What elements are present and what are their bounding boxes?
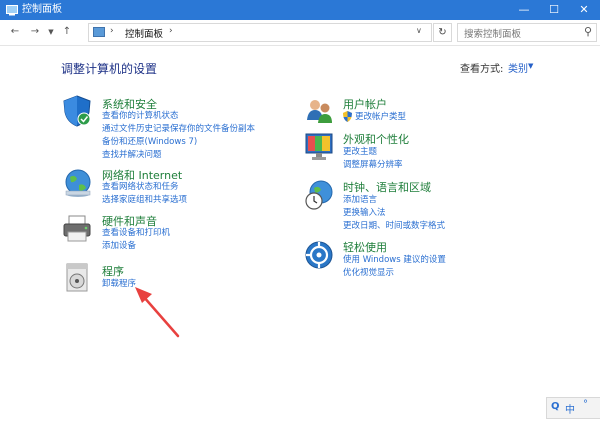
control-panel-small-icon (93, 27, 105, 37)
back-arrow-icon[interactable]: ← (8, 25, 22, 39)
link-screen-resolution[interactable]: 调整屏幕分辨率 (343, 159, 403, 171)
ease-of-access-icon[interactable] (304, 239, 334, 271)
window-title: 控制面板 (22, 4, 62, 15)
link-file-history[interactable]: 通过文件历史记录保存你的文件备份副本 (102, 123, 255, 135)
monitor-personalize-icon[interactable] (304, 131, 334, 163)
address-dropdown-icon[interactable]: ∨ (416, 26, 422, 35)
link-uninstall-program[interactable]: 卸载程序 (102, 278, 136, 290)
minimize-button[interactable]: — (509, 0, 539, 20)
view-by-dropdown[interactable]: 类别 (508, 60, 528, 75)
recent-locations-chevron-icon[interactable]: ▼ (44, 25, 58, 39)
link-network-status[interactable]: 查看网络状态和任务 (102, 181, 179, 193)
category-appearance[interactable]: 外观和个性化 (343, 131, 409, 147)
breadcrumb-separator-icon[interactable]: › (110, 26, 114, 36)
breadcrumb-chevron-icon[interactable]: › (169, 26, 173, 36)
forward-arrow-icon[interactable]: → (28, 25, 42, 39)
refresh-icon[interactable]: ↻ (433, 23, 452, 42)
link-optimize-display[interactable]: 优化视觉显示 (343, 267, 394, 279)
link-homegroup-sharing[interactable]: 选择家庭组和共享选项 (102, 194, 187, 206)
view-by-chevron-icon[interactable]: ▼ (528, 62, 533, 70)
control-panel-icon (6, 5, 18, 16)
page-heading: 调整计算机的设置 (61, 62, 158, 76)
link-change-theme[interactable]: 更改主题 (343, 146, 377, 158)
link-change-account-type[interactable]: 更改帐户类型 (355, 111, 406, 123)
clock-globe-icon[interactable] (304, 179, 334, 211)
link-troubleshoot[interactable]: 查找并解决问题 (102, 149, 162, 161)
programs-icon[interactable] (62, 262, 92, 294)
breadcrumb-item[interactable]: 控制面板 (125, 26, 163, 40)
link-change-input-method[interactable]: 更换输入法 (343, 207, 386, 219)
search-placeholder: 搜索控制面板 (464, 29, 522, 40)
category-ease-of-access[interactable]: 轻松使用 (343, 239, 387, 255)
link-devices-printers[interactable]: 查看设备和打印机 (102, 227, 170, 239)
view-by-label: 查看方式: (460, 64, 504, 75)
link-add-device[interactable]: 添加设备 (102, 240, 136, 252)
ime-search-icon[interactable]: Q (551, 401, 560, 412)
network-globe-icon[interactable] (62, 167, 92, 199)
users-icon[interactable] (304, 96, 334, 128)
uac-shield-icon (343, 111, 352, 122)
address-bar[interactable]: › 控制面板 › ∨ (88, 23, 432, 42)
search-input[interactable]: 搜索控制面板 ⚲ (457, 23, 597, 42)
ime-toolbar[interactable]: Q 中 ° (546, 397, 600, 419)
navigation-bar: ← → ▼ ↑ › 控制面板 › ∨ ↻ 搜索控制面板 ⚲ (0, 20, 600, 46)
link-windows-recommended[interactable]: 使用 Windows 建议的设置 (343, 254, 446, 266)
link-view-computer-status[interactable]: 查看你的计算机状态 (102, 110, 179, 122)
ime-chinese-mode[interactable]: 中 (565, 401, 575, 416)
link-backup-restore[interactable]: 备份和还原(Windows 7) (102, 136, 197, 148)
up-arrow-icon[interactable]: ↑ (60, 25, 74, 39)
ime-punctuation-mode[interactable]: ° (583, 399, 588, 410)
maximize-button[interactable]: ☐ (539, 0, 569, 20)
printer-icon[interactable] (62, 213, 92, 245)
category-clock-region[interactable]: 时钟、语言和区域 (343, 179, 431, 195)
category-programs[interactable]: 程序 (102, 263, 124, 279)
link-date-time-format[interactable]: 更改日期、时间或数字格式 (343, 220, 445, 232)
close-button[interactable]: ✕ (569, 0, 599, 20)
link-add-language[interactable]: 添加语言 (343, 194, 377, 206)
category-user-accounts[interactable]: 用户帐户 (343, 96, 387, 112)
title-bar: 控制面板 — ☐ ✕ (0, 0, 600, 20)
search-icon[interactable]: ⚲ (584, 25, 592, 38)
shield-icon[interactable] (62, 95, 92, 127)
